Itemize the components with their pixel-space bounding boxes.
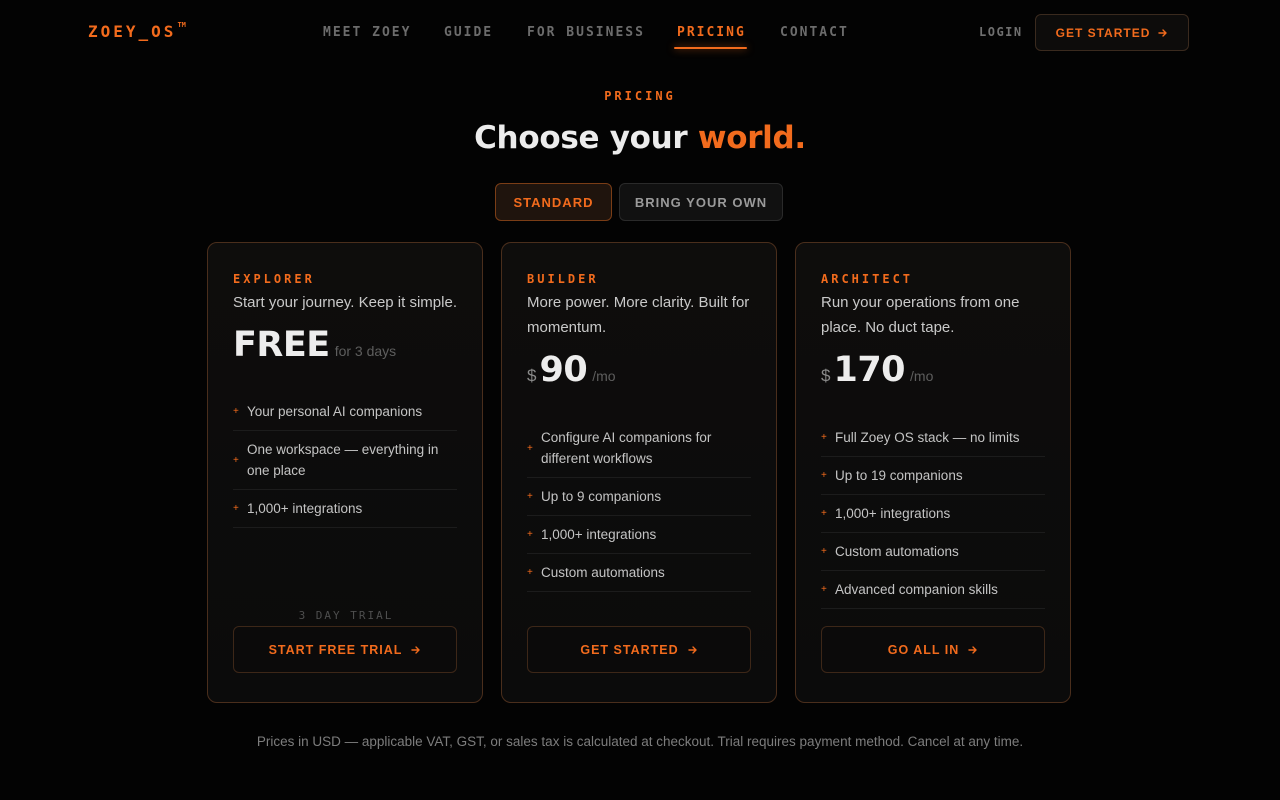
pricing-footnote: Prices in USD — applicable VAT, GST, or … [256,734,1024,749]
price-period: /mo [592,368,616,384]
feature-text: Up to 19 companions [835,468,963,483]
list-item: +1,000+ integrations [233,490,457,528]
feature-text: Custom automations [541,565,665,580]
feature-text: Configure AI companions for different wo… [541,430,712,466]
login-link[interactable]: LOGIN [979,25,1023,39]
feature-text: Up to 9 companions [541,489,662,504]
feature-list: + Your personal AI companions + One worksp… [233,393,457,528]
list-item: + Custom automations [527,554,751,592]
plus-icon: + [821,470,827,481]
price-period: /mo [910,368,934,384]
plus-icon: + [233,406,239,417]
trial-label: 3 DAY TRIAL [298,609,394,622]
get-started-button[interactable]: GET STARTED [1035,14,1189,51]
plus-icon: + [527,442,533,454]
list-item: + Full Zoey OS stack — no limits [821,419,1045,457]
list-item: + Custom automations [821,533,1045,571]
arrow-right-icon [687,645,697,654]
list-item: + Configure AI companions for different w… [527,419,751,478]
list-item: + Advanced companion skills [821,571,1045,609]
start-free-trial-button[interactable]: START FREE TRIAL [233,626,457,673]
list-item: + Your personal AI companions [233,393,457,431]
nav-item-contact[interactable]: CONTACT [780,25,849,40]
plan-card-explorer: EXPLORER Start your journey. Keep it sim… [207,242,483,703]
plus-icon: + [821,546,827,557]
plus-icon: + [233,503,239,514]
price-amount: FREE [233,325,330,365]
feature-text: Your personal AI companions [247,404,423,419]
nav-item-guide[interactable]: GUIDE [444,25,493,40]
nav-item-meet-zoey[interactable]: MEET ZOEY [323,25,411,40]
feature-text: 1,000+ integrations [247,501,363,516]
list-item: + One workspace — everything in one place [233,431,457,490]
plan-price: $ 170 /mo [821,350,933,390]
plan-price: $ 90 /mo [527,350,616,390]
price-currency: $ [527,366,537,385]
button-label: GET STARTED [580,642,679,657]
section-eyebrow: PRICING [604,89,676,103]
list-item: + Up to 9 companions [527,478,751,516]
plan-tagline: Start your journey. Keep it simple. [233,294,457,311]
plus-icon: + [821,432,827,443]
plan-price: FREE for 3 days [233,325,396,365]
button-label: GO ALL IN [887,642,960,657]
plan-tier: ARCHITECT [821,272,914,286]
plus-icon: + [527,491,533,502]
plan-tier: EXPLORER [233,272,315,286]
toggle-standard[interactable]: STANDARD [495,183,612,221]
page-title: Choose your world. [0,120,1280,156]
price-currency: $ [821,366,831,385]
get-started-plan-button[interactable]: GET STARTED [527,626,751,673]
plan-tagline: More power. More clarity. Built for mome… [527,294,750,336]
feature-text: Custom automations [835,544,959,559]
feature-text: 1,000+ integrations [541,527,657,542]
plus-icon: + [233,454,239,466]
title-main: Choose your [474,120,688,156]
plan-tagline: Run your operations from one place. No d… [821,294,1020,336]
plus-icon: + [821,508,827,519]
go-all-in-button[interactable]: GO ALL IN [821,626,1045,673]
arrow-right-icon [1158,28,1168,37]
arrow-right-icon [968,645,977,654]
plan-tier: BUILDER [527,272,599,286]
toggle-bring-your-own[interactable]: BRING YOUR OWN [619,183,783,221]
price-amount: 170 [833,350,906,390]
site-header: ZOEY_OSTM MEET ZOEY GUIDE FOR BUSINESS P… [0,0,1280,64]
feature-text: Advanced companion skills [835,582,998,597]
plus-icon: + [527,567,533,578]
feature-list: + Full Zoey OS stack — no limits + Up to 1… [821,419,1045,609]
feature-list: + Configure AI companions for different w… [527,419,751,592]
plus-icon: + [527,529,533,540]
feature-text: 1,000+ integrations [835,506,951,521]
price-note: for 3 days [334,343,397,359]
price-amount: 90 [539,350,588,390]
arrow-right-icon [411,645,421,654]
list-item: + Up to 19 companions [821,457,1045,495]
plus-icon: + [821,584,827,595]
feature-text: Full Zoey OS stack — no limits [835,430,1020,445]
get-started-label: GET STARTED [1055,25,1151,40]
title-accent: world. [697,120,806,156]
button-label: START FREE TRIAL [268,642,403,657]
nav-item-for-business[interactable]: FOR BUSINESS [527,25,645,40]
nav-item-pricing[interactable]: PRICING [674,25,747,49]
plan-card-architect: ARCHITECT Run your operations from one p… [795,242,1071,703]
feature-text: One workspace — everything in one place [247,442,439,478]
list-item: +1,000+ integrations [821,495,1045,533]
plan-card-builder: BUILDER More power. More clarity. Built … [501,242,777,703]
list-item: +1,000+ integrations [527,516,751,554]
